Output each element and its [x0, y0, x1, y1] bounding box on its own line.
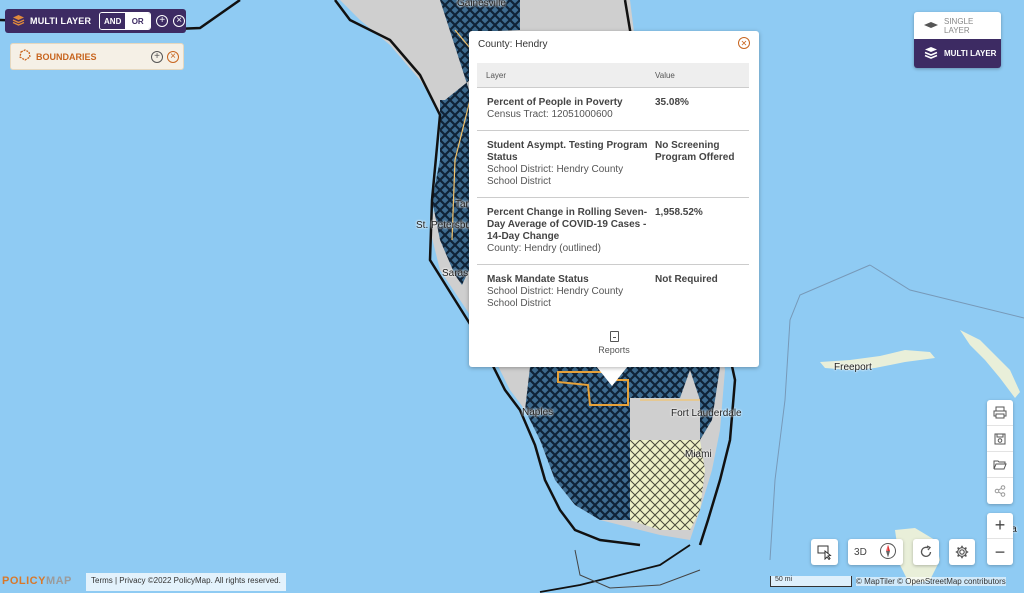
- table-row: Percent of People in Poverty Census Trac…: [477, 88, 749, 131]
- rotate-icon: [920, 545, 932, 557]
- place-label-naples: Naples: [522, 407, 554, 418]
- place-label-miami: Miami: [685, 449, 712, 460]
- multi-layer-label: MULTI LAYER: [30, 16, 92, 26]
- row-value: No Screening Program Offered: [655, 140, 735, 163]
- col-value-header: Value: [655, 70, 675, 80]
- close-multi-layer-icon[interactable]: ×: [173, 15, 186, 27]
- row-layer-sub: County: Hendry (outlined): [487, 243, 601, 254]
- zoom-out-button[interactable]: −: [987, 539, 1013, 565]
- folder-open-icon[interactable]: [987, 452, 1013, 478]
- or-option[interactable]: OR: [125, 13, 151, 29]
- popup-close-icon[interactable]: ✕: [738, 37, 750, 49]
- single-layer-button[interactable]: SINGLE LAYER: [914, 12, 1001, 39]
- table-row: Mask Mandate Status School District: Hen…: [477, 265, 749, 319]
- print-icon[interactable]: [987, 400, 1013, 426]
- compass-icon[interactable]: [879, 542, 897, 563]
- place-label-st-petersburg: St. Petersbur: [416, 220, 475, 231]
- single-layer-icon: [924, 21, 938, 30]
- reports-button[interactable]: Reports: [589, 331, 639, 355]
- row-layer-sub: School District: Hendry County School Di…: [487, 286, 624, 309]
- multi-layer-icon: [924, 46, 938, 61]
- map-attribution[interactable]: © MapTiler © OpenStreetMap contributors: [856, 577, 1006, 586]
- map-tools: [987, 400, 1013, 504]
- and-option[interactable]: AND: [100, 13, 126, 29]
- popup-tail: [596, 366, 628, 386]
- layer-mode-toggle: SINGLE LAYER MULTI LAYER: [914, 12, 1001, 68]
- row-value: 1,958.52%: [655, 207, 703, 218]
- layers-icon: [12, 14, 25, 29]
- settings-button[interactable]: [949, 539, 975, 565]
- zoom-controls: + −: [987, 513, 1013, 565]
- row-layer-sub: Census Tract: 12051000600: [487, 109, 613, 120]
- multi-layer-button[interactable]: MULTI LAYER: [914, 39, 1001, 68]
- row-layer-sub: School District: Hendry County School Di…: [487, 164, 624, 187]
- zoom-in-button[interactable]: +: [987, 513, 1013, 539]
- close-boundary-icon[interactable]: ×: [167, 50, 179, 63]
- single-layer-label: SINGLE LAYER: [944, 16, 974, 35]
- place-label-fort-lauderdale: Fort Lauderdale: [671, 408, 742, 419]
- row-layer-name: Percent Change in Rolling Seven-Day Aver…: [487, 207, 648, 242]
- row-layer-name: Mask Mandate Status: [487, 274, 589, 285]
- place-label-gainesville: Gainesville: [457, 0, 506, 9]
- col-layer-header: Layer: [486, 70, 507, 80]
- add-layer-icon[interactable]: +: [156, 15, 169, 27]
- report-icon: [609, 331, 619, 342]
- logo-part-map: MAP: [45, 575, 72, 587]
- row-value: Not Required: [655, 274, 718, 285]
- table-row: Percent Change in Rolling Seven-Day Aver…: [477, 198, 749, 265]
- row-layer-name: Student Asympt. Testing Program Status: [487, 140, 648, 163]
- row-value: 35.08%: [655, 97, 689, 108]
- scale-bar: 50 mi: [770, 576, 852, 587]
- info-popup: County: Hendry ✕ Layer Value Percent of …: [469, 31, 759, 367]
- select-cursor-icon: [817, 545, 832, 560]
- select-tool-button[interactable]: [811, 539, 838, 565]
- boundaries-bar[interactable]: BOUNDARIES + ×: [10, 43, 184, 70]
- and-or-toggle[interactable]: AND OR: [99, 12, 152, 30]
- reset-rotation-button[interactable]: [913, 539, 939, 565]
- boundaries-label: BOUNDARIES: [36, 51, 97, 62]
- multi-layer-mode-label: MULTI LAYER: [944, 49, 997, 58]
- policymap-logo[interactable]: POLICYMAP: [2, 575, 72, 587]
- popup-title: County: Hendry: [478, 39, 548, 50]
- reports-label: Reports: [598, 345, 630, 355]
- popup-table: Layer Value Percent of People in Poverty…: [477, 63, 749, 319]
- popup-table-header: Layer Value: [477, 63, 749, 88]
- multi-layer-bar: MULTI LAYER AND OR + ×: [5, 9, 186, 33]
- place-label-sarasota: Saras: [442, 268, 469, 279]
- footer-links[interactable]: Terms | Privacy ©2022 PolicyMap. All rig…: [86, 573, 286, 591]
- three-d-view-toggle: 3D: [848, 539, 903, 565]
- row-layer-name: Percent of People in Poverty: [487, 97, 623, 108]
- place-label-freeport: Freeport: [834, 362, 872, 373]
- gear-icon: [955, 545, 969, 559]
- share-icon[interactable]: [987, 478, 1013, 504]
- logo-part-policy: POLICY: [2, 575, 46, 587]
- add-boundary-icon[interactable]: +: [151, 50, 163, 63]
- boundaries-icon: [19, 49, 31, 64]
- save-icon[interactable]: [987, 426, 1013, 452]
- three-d-button[interactable]: 3D: [854, 547, 867, 558]
- table-row: Student Asympt. Testing Program Status S…: [477, 131, 749, 198]
